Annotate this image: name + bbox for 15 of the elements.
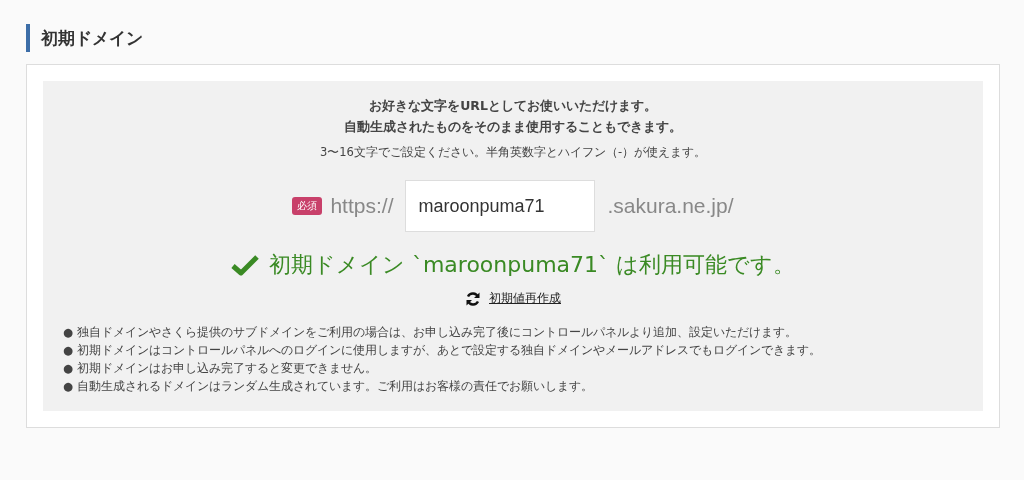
regenerate-link[interactable]: 初期値再作成 xyxy=(489,290,561,307)
required-badge: 必須 xyxy=(292,197,323,215)
domain-input[interactable]: maroonpuma71 xyxy=(405,180,596,232)
note-text: ● 自動生成されるドメインはランダム生成されています。ご利用はお客様の責任でお願いします。 xyxy=(63,378,594,395)
url-prefix: https:// xyxy=(330,194,394,218)
note-text: ● 初期ドメインはお申し込み完了すると変更できません。 xyxy=(63,360,378,377)
status-message: 初期ドメイン `maroonpuma71` は利用可能です。 xyxy=(268,251,796,279)
url-suffix: .sakura.ne.jp/ xyxy=(607,194,734,218)
note-text: ● 初期ドメインはコントロールパネルへのログインに使用しますが、あとで設定する独自ドメインやメールアドレスでもログインできます。 xyxy=(63,342,822,359)
section-heading: 初期ドメイン xyxy=(26,24,1000,52)
intro-text: お好きな文字をURLとしてお使いいただけます。 自動生成されたものをそのまま使用することもできます。 xyxy=(343,97,683,136)
check-icon xyxy=(230,254,259,276)
refresh-icon xyxy=(465,290,481,307)
hint-text: 3〜16文字でご設定ください。半角英数字とハイフン（-）が使えます。 xyxy=(318,145,708,160)
note-text: ● 独自ドメインやさくら提供のサブドメインをご利用の場合は、お申し込み完了後にコントロールパネルより追加、設定いただけます。 xyxy=(63,324,798,341)
